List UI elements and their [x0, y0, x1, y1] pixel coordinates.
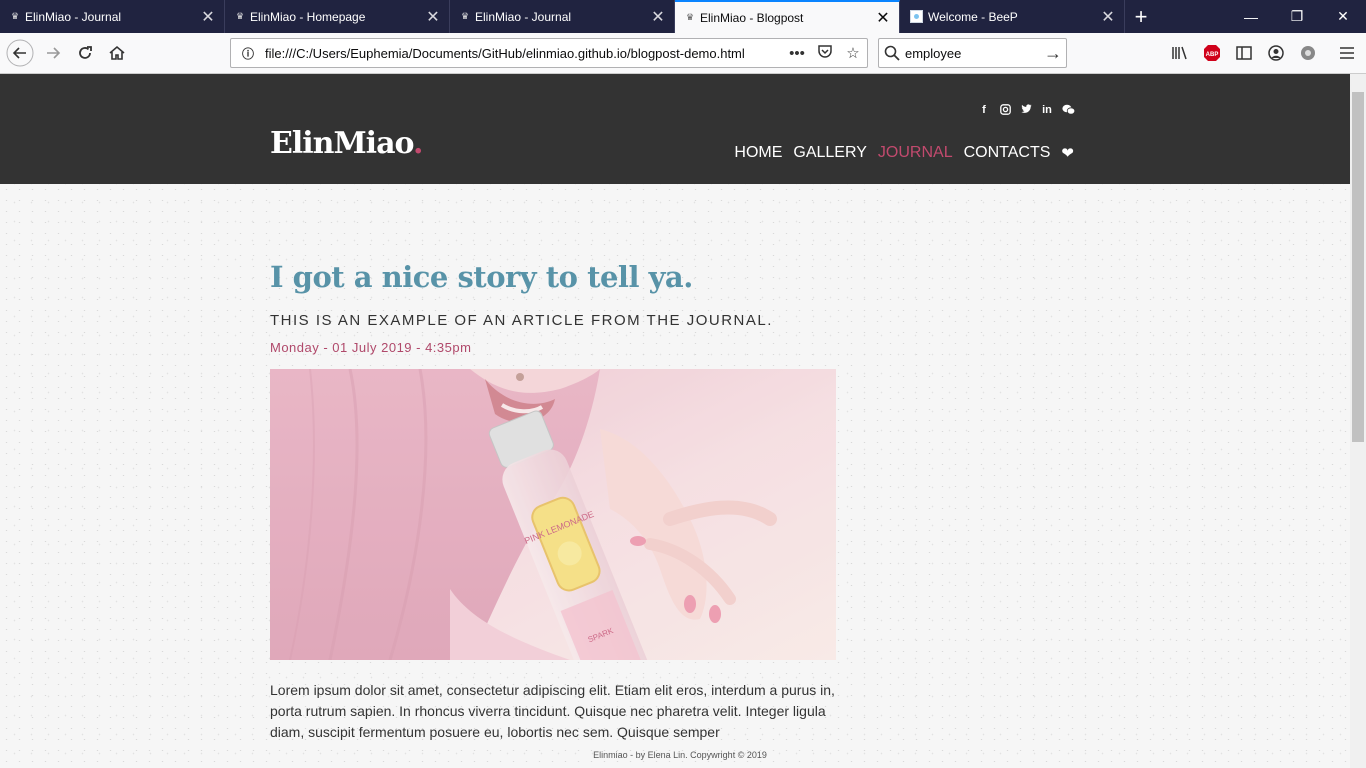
instagram-icon[interactable]	[999, 104, 1011, 118]
back-arrow-icon	[6, 39, 34, 67]
tab-journal-2[interactable]: ♛ ElinMiao - Journal ✕	[450, 0, 675, 33]
crown-favicon-icon: ♛	[685, 12, 695, 22]
heart-icon[interactable]: ❤	[1061, 144, 1074, 162]
home-icon	[109, 45, 125, 60]
adblock-plus-icon[interactable]: ABP	[1198, 39, 1226, 67]
nav-gallery[interactable]: GALLERY	[793, 144, 867, 162]
home-button[interactable]	[103, 39, 131, 67]
scrollbar-thumb[interactable]	[1352, 92, 1364, 442]
post-subtitle: THIS IS AN EXAMPLE OF AN ARTICLE FROM TH…	[270, 312, 773, 329]
post-body: Lorem ipsum dolor sit amet, consectetur …	[270, 682, 835, 740]
back-button[interactable]	[6, 39, 34, 67]
url-bar[interactable]: ⓘ file:///C:/Users/Euphemia/Documents/Gi…	[230, 38, 868, 68]
close-window-icon[interactable]: ✕	[1320, 0, 1366, 33]
url-text[interactable]: file:///C:/Users/Euphemia/Documents/GitH…	[265, 46, 783, 61]
beep-favicon-icon	[910, 10, 923, 23]
tab-title: ElinMiao - Homepage	[250, 9, 366, 24]
forward-arrow-icon	[47, 47, 61, 59]
search-bar[interactable]: →	[878, 38, 1067, 68]
main-nav: HOME GALLERY JOURNAL CONTACTS ❤	[734, 144, 1074, 162]
site-logo[interactable]: ElinMiao.	[270, 126, 424, 161]
new-tab-button[interactable]: +	[1125, 0, 1157, 33]
logo-text: ElinMiao	[270, 126, 414, 161]
sidebar-icon[interactable]	[1230, 39, 1258, 67]
tab-title: ElinMiao - Journal	[25, 9, 122, 24]
extension-gear-icon[interactable]	[1294, 39, 1322, 67]
pocket-icon[interactable]	[811, 43, 839, 63]
wechat-icon[interactable]	[1062, 104, 1076, 118]
social-links: f in	[978, 104, 1076, 118]
linkedin-icon[interactable]: in	[1041, 104, 1053, 118]
tab-bar: ♛ ElinMiao - Journal ✕ ♛ ElinMiao - Home…	[0, 0, 1366, 33]
site-header: ElinMiao. f in HOME GALLERY JOURNAL CONT…	[0, 74, 1350, 184]
post-title: I got a nice story to tell ya.	[270, 260, 693, 294]
account-icon[interactable]	[1262, 39, 1290, 67]
minimize-icon[interactable]: —	[1228, 0, 1274, 33]
hamburger-menu-icon[interactable]	[1333, 39, 1361, 67]
tab-homepage[interactable]: ♛ ElinMiao - Homepage ✕	[225, 0, 450, 33]
bookmark-star-icon[interactable]: ☆	[839, 44, 867, 62]
crown-favicon-icon: ♛	[460, 11, 470, 21]
info-icon[interactable]: ⓘ	[239, 44, 257, 62]
page-actions-icon[interactable]: •••	[783, 45, 811, 62]
footer-copyright: Elinmiao - by Elena Lin. Copywright © 20…	[593, 750, 767, 760]
search-go-arrow-icon[interactable]: →	[1040, 43, 1066, 64]
twitter-icon[interactable]	[1020, 104, 1032, 118]
window-controls: — ❐ ✕	[1228, 0, 1366, 33]
nav-home[interactable]: HOME	[734, 144, 782, 162]
post-date: Monday - 01 July 2019 - 4:35pm	[270, 340, 472, 355]
close-tab-icon[interactable]: ✕	[873, 8, 893, 28]
tab-title: ElinMiao - Journal	[475, 9, 572, 24]
reload-icon	[79, 46, 92, 59]
tab-blogpost[interactable]: ♛ ElinMiao - Blogpost ✕	[675, 0, 900, 33]
reload-button[interactable]	[71, 39, 99, 67]
restore-icon[interactable]: ❐	[1274, 0, 1320, 33]
nav-journal[interactable]: JOURNAL	[878, 144, 953, 162]
logo-dot: .	[413, 126, 424, 161]
tab-title: Welcome - BeeP	[928, 9, 1018, 24]
crown-favicon-icon: ♛	[235, 11, 245, 21]
page-content: ElinMiao. f in HOME GALLERY JOURNAL CONT…	[0, 74, 1350, 768]
navigation-toolbar: ⓘ file:///C:/Users/Euphemia/Documents/Gi…	[0, 33, 1366, 74]
tab-beep[interactable]: Welcome - BeeP ✕	[900, 0, 1125, 33]
search-icon	[879, 45, 905, 61]
close-tab-icon[interactable]: ✕	[648, 7, 668, 27]
svg-text:ABP: ABP	[1206, 52, 1219, 58]
close-tab-icon[interactable]: ✕	[1098, 7, 1118, 27]
facebook-icon[interactable]: f	[978, 104, 990, 118]
forward-button[interactable]	[39, 39, 67, 67]
tab-title: ElinMiao - Blogpost	[700, 10, 804, 25]
crown-favicon-icon: ♛	[10, 11, 20, 21]
search-input[interactable]	[905, 45, 1040, 61]
post-hero-image: PINK LEMONADE SPARK	[270, 369, 836, 660]
tab-journal-1[interactable]: ♛ ElinMiao - Journal ✕	[0, 0, 225, 33]
close-tab-icon[interactable]: ✕	[198, 7, 218, 27]
library-icon[interactable]	[1166, 39, 1194, 67]
close-tab-icon[interactable]: ✕	[423, 7, 443, 27]
nav-contacts[interactable]: CONTACTS	[964, 144, 1051, 162]
